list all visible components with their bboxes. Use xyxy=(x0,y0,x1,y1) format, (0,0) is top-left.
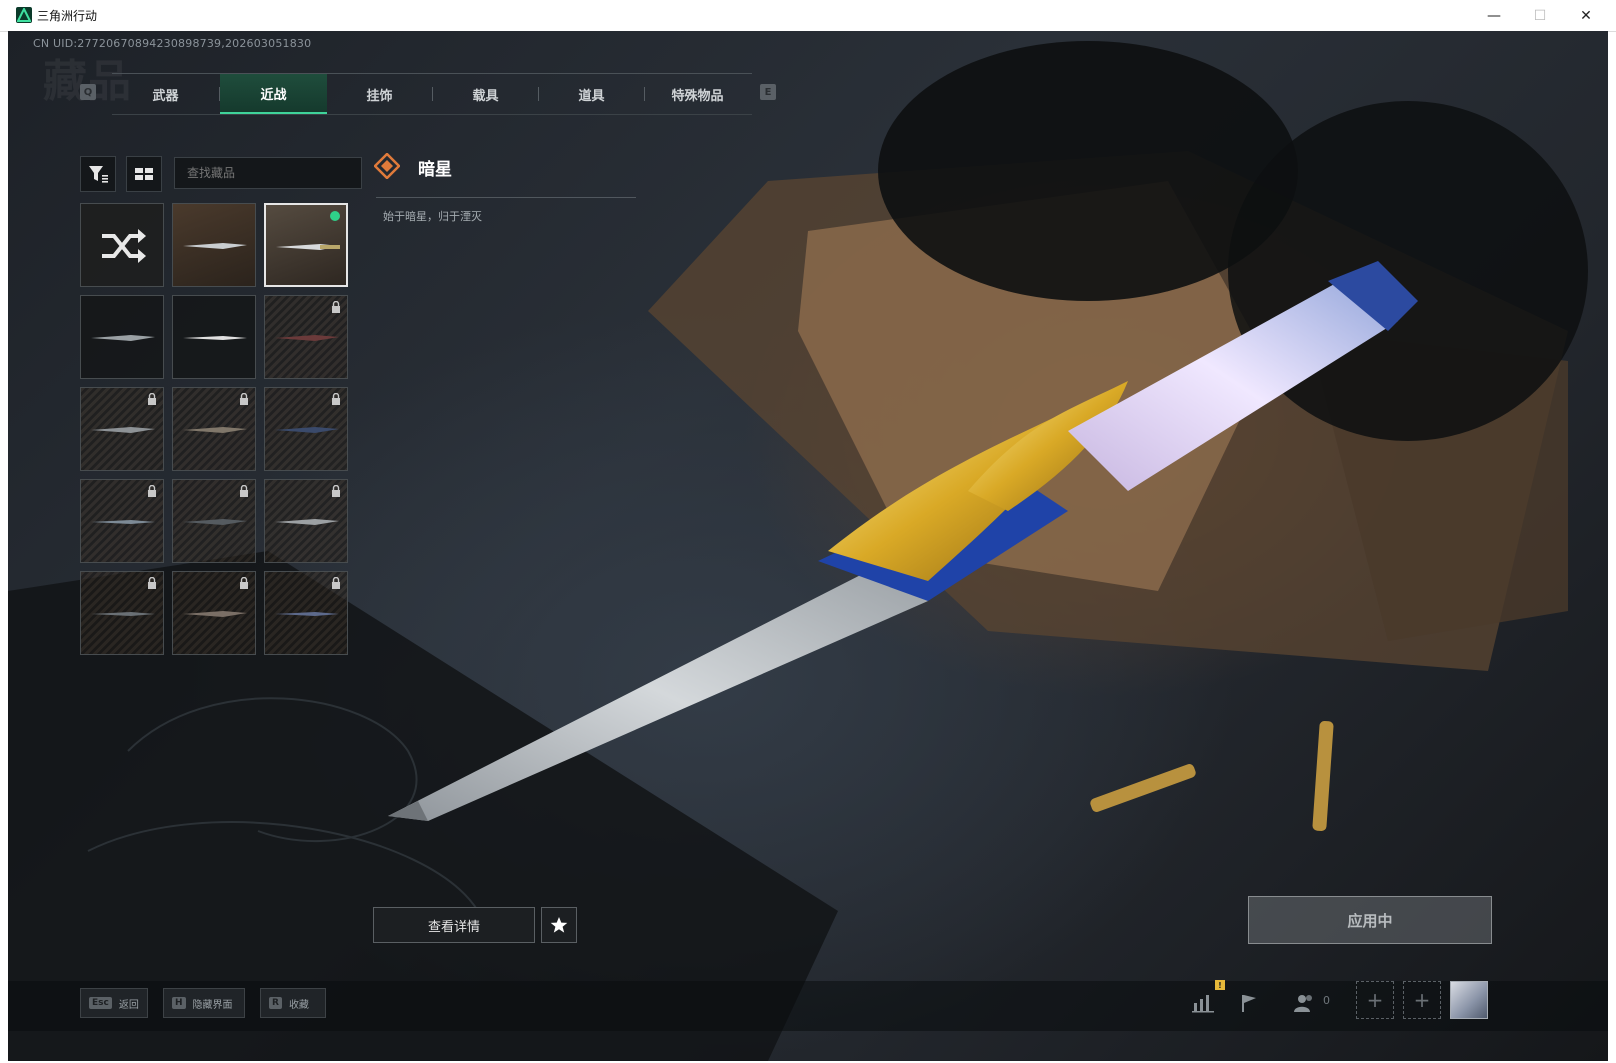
knife-icon xyxy=(183,336,247,340)
flag-icon xyxy=(1242,995,1256,1012)
item-cell-selected[interactable] xyxy=(264,203,348,287)
plus-icon: + xyxy=(1413,988,1431,1012)
invite-slot-1[interactable]: + xyxy=(1356,981,1394,1019)
knife-icon xyxy=(91,335,155,341)
close-button[interactable]: ✕ xyxy=(1563,0,1609,31)
filter-button[interactable] xyxy=(80,156,116,192)
hint-label: 返回 xyxy=(118,999,139,1011)
hint-label: 隐藏界面 xyxy=(192,999,233,1011)
knife-icon xyxy=(91,612,155,616)
tab-next-key[interactable]: E xyxy=(760,84,776,100)
window-title: 三角洲行动 xyxy=(37,9,98,23)
app-logo-icon xyxy=(16,7,32,23)
tab-vehicles[interactable]: 载具 xyxy=(432,74,539,114)
grid-view-button[interactable] xyxy=(126,156,162,192)
knife-icon xyxy=(183,427,247,433)
favorite-button[interactable] xyxy=(541,907,577,943)
minimize-button[interactable]: — xyxy=(1471,0,1517,31)
lock-icon xyxy=(240,393,248,405)
knife-icon xyxy=(275,427,339,433)
star-icon xyxy=(550,917,568,933)
random-item-cell[interactable] xyxy=(80,203,164,287)
item-name: 暗星 xyxy=(418,160,452,180)
lock-icon xyxy=(332,301,340,313)
item-cell-locked[interactable] xyxy=(80,387,164,471)
grid-view-icon xyxy=(135,168,153,180)
knife-icon xyxy=(275,612,339,616)
lock-icon xyxy=(332,577,340,589)
tab-props[interactable]: 道具 xyxy=(538,74,645,114)
filter-icon xyxy=(89,166,108,183)
lock-icon xyxy=(148,577,156,589)
item-cell-locked[interactable] xyxy=(264,295,348,379)
hint-hide-ui[interactable]: H 隐藏界面 xyxy=(163,988,245,1018)
item-cell-locked[interactable] xyxy=(172,571,256,655)
tab-melee[interactable]: 近战 xyxy=(220,74,327,114)
knife-icon xyxy=(183,611,247,617)
tab-prev-key[interactable]: Q xyxy=(80,84,96,100)
hint-key: Esc xyxy=(89,997,112,1009)
knife-icon xyxy=(91,520,155,524)
bar-chart-icon xyxy=(1192,995,1214,1013)
lock-icon xyxy=(148,393,156,405)
lock-icon xyxy=(240,485,248,497)
hint-key: R xyxy=(269,997,282,1009)
lock-icon xyxy=(332,485,340,497)
search-input[interactable] xyxy=(174,157,362,189)
item-cell-locked[interactable] xyxy=(264,479,348,563)
item-cell-locked[interactable] xyxy=(172,387,256,471)
friends-icon xyxy=(1294,995,1312,1012)
lock-icon xyxy=(332,393,340,405)
knife-icon xyxy=(91,427,155,433)
notification-badge: ! xyxy=(1215,980,1225,990)
avatar[interactable] xyxy=(1450,981,1488,1019)
hint-favorite[interactable]: R 收藏 xyxy=(260,988,326,1018)
hint-key: H xyxy=(172,997,186,1009)
knife-icon xyxy=(183,519,247,525)
knife-icon xyxy=(275,519,339,525)
rarity-icon xyxy=(374,153,400,179)
item-cell-locked[interactable] xyxy=(80,571,164,655)
tab-special-items[interactable]: 特殊物品 xyxy=(644,74,751,114)
item-cell-locked[interactable] xyxy=(80,479,164,563)
knife-icon xyxy=(276,244,340,250)
knife-preview xyxy=(388,261,1418,821)
info-divider xyxy=(376,197,636,198)
item-cell-locked[interactable] xyxy=(264,571,348,655)
view-details-button[interactable]: 查看详情 xyxy=(373,907,535,943)
tab-weapons[interactable]: 武器 xyxy=(112,74,219,114)
hint-back[interactable]: Esc 返回 xyxy=(80,988,148,1018)
lock-icon xyxy=(240,577,248,589)
invite-slot-2[interactable]: + xyxy=(1403,981,1441,1019)
item-cell-locked[interactable] xyxy=(264,387,348,471)
category-tabs: 武器 近战 挂饰 载具 道具 特殊物品 xyxy=(112,73,752,115)
plus-icon: + xyxy=(1366,988,1384,1012)
friends-button[interactable] xyxy=(1290,986,1320,1020)
stats-button[interactable] xyxy=(1188,986,1218,1020)
friends-count: 0 xyxy=(1323,994,1330,1007)
hint-label: 收藏 xyxy=(288,999,309,1011)
apply-button[interactable]: 应用中 xyxy=(1248,896,1492,944)
item-cell-locked[interactable] xyxy=(172,479,256,563)
game-viewport: CN UID:2772067089423089873​9,20260305183… xyxy=(8,31,1608,1061)
tab-charms[interactable]: 挂饰 xyxy=(326,74,433,114)
item-cell[interactable] xyxy=(80,295,164,379)
knife-icon xyxy=(183,243,247,249)
missions-button[interactable] xyxy=(1234,986,1264,1020)
item-description: 始于暗星，归于湮灭 xyxy=(383,210,482,223)
knife-icon xyxy=(275,335,339,341)
maximize-button[interactable]: ☐ xyxy=(1517,0,1563,31)
window-titlebar: 三角洲行动 — ☐ ✕ xyxy=(0,0,1616,32)
shuffle-icon xyxy=(102,229,146,263)
equipped-indicator xyxy=(330,211,340,221)
item-cell[interactable] xyxy=(172,295,256,379)
lock-icon xyxy=(148,485,156,497)
item-cell[interactable] xyxy=(172,203,256,287)
